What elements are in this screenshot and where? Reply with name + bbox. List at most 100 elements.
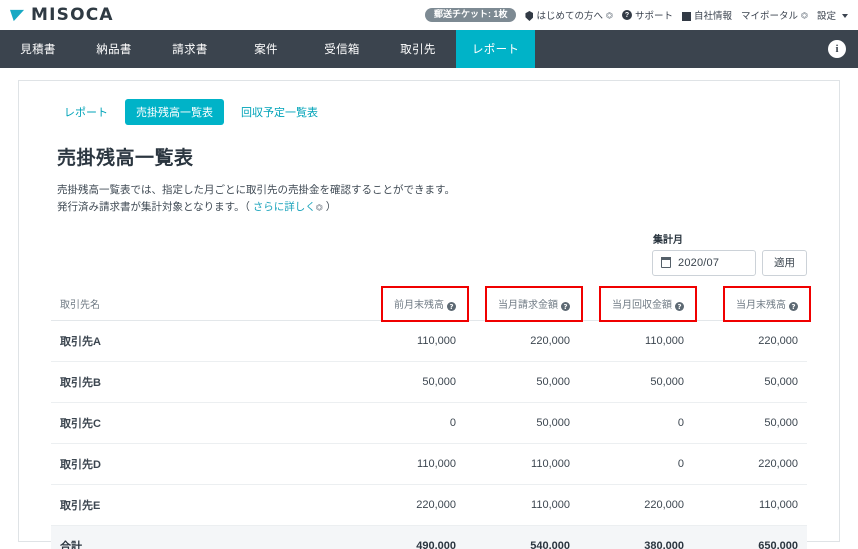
cell-billed: 220,000 <box>465 320 579 362</box>
cell-collected: 110,000 <box>579 320 693 362</box>
cell-prev-balance: 220,000 <box>351 484 465 526</box>
nav-item-projects[interactable]: 案件 <box>228 30 304 68</box>
receivables-balance-table: 取引先名 前月末残高? 当月請求金額? 当月回収金額? 当月末残高? 取引先A … <box>51 285 811 549</box>
external-link-icon: ⏣ <box>315 203 323 213</box>
total-balance: 650,000 <box>693 524 807 549</box>
report-card: レポート 売掛残高一覧表 回収予定一覧表 売掛残高一覧表 売掛残高一覧表では、指… <box>18 80 840 549</box>
brand-logo[interactable]: MISOCA <box>10 5 114 25</box>
cell-balance: 220,000 <box>693 320 807 362</box>
column-header-box: 前月末残高? <box>381 285 469 322</box>
cell-billed: 50,000 <box>465 361 579 403</box>
cell-prev-balance: 0 <box>351 402 465 444</box>
column-header-label: 取引先名 <box>60 299 100 311</box>
aggregation-month-filter: 集計月 2020/07 適用 <box>652 231 807 276</box>
tab-reports[interactable]: レポート <box>53 99 119 125</box>
help-icon[interactable]: ? <box>789 302 798 312</box>
main-navigation: 見積書 納品書 請求書 案件 受信箱 取引先 レポート i <box>0 30 858 68</box>
brand-name: MISOCA <box>31 5 114 25</box>
table-row: 取引先C 0 50,000 0 50,000 <box>51 402 807 444</box>
column-header-box: 当月請求金額? <box>485 285 583 322</box>
client-link[interactable]: 取引先B <box>51 361 351 403</box>
nav-spacer <box>535 30 828 68</box>
building-icon <box>681 11 691 21</box>
report-tabs: レポート 売掛残高一覧表 回収予定一覧表 <box>53 99 821 125</box>
tab-receivables-balance[interactable]: 売掛残高一覧表 <box>125 99 224 125</box>
external-link-icon: ⏣ <box>801 10 808 20</box>
tab-collection-schedule[interactable]: 回収予定一覧表 <box>230 99 329 125</box>
total-prev-balance: 490,000 <box>351 524 465 549</box>
nav-item-inbox[interactable]: 受信箱 <box>304 30 380 68</box>
shield-icon <box>525 11 534 21</box>
cell-collected: 0 <box>579 443 693 485</box>
aggregation-month-input[interactable]: 2020/07 <box>652 249 756 276</box>
total-collected: 380,000 <box>579 524 693 549</box>
apply-button[interactable]: 適用 <box>762 249 807 276</box>
cell-collected: 50,000 <box>579 361 693 403</box>
total-billed: 540,000 <box>465 524 579 549</box>
page-title: 売掛残高一覧表 <box>57 148 194 169</box>
mail-ticket-badge[interactable]: 郵送チケット: 1枚 <box>424 8 517 22</box>
top-utility-links: 郵送チケット: 1枚 はじめての方へ ⏣ ? サポート 自社情報 マイポータル … <box>424 8 848 23</box>
cell-balance: 50,000 <box>693 402 807 444</box>
client-link[interactable]: 取引先C <box>51 402 351 444</box>
misoca-logo-icon <box>10 9 25 21</box>
nav-item-delivery-notes[interactable]: 納品書 <box>76 30 152 68</box>
util-link-company-info[interactable]: 自社情報 <box>681 8 732 22</box>
client-link[interactable]: 取引先E <box>51 484 351 526</box>
client-link[interactable]: 取引先D <box>51 443 351 485</box>
util-link-label: サポート <box>634 11 673 22</box>
util-link-label: 自社情報 <box>693 11 732 22</box>
column-header-label: 当月回収金額 <box>612 299 672 311</box>
util-link-label: 設定 <box>816 11 836 22</box>
cell-balance: 220,000 <box>693 443 807 485</box>
cell-prev-balance: 110,000 <box>351 320 465 362</box>
calendar-icon <box>660 257 672 268</box>
cell-billed: 50,000 <box>465 402 579 444</box>
help-icon[interactable]: ? <box>675 302 684 312</box>
table-total-row: 合計 490,000 540,000 380,000 650,000 <box>51 524 807 549</box>
column-header-billed: 当月請求金額? <box>465 285 583 322</box>
page-area: レポート 売掛残高一覧表 回収予定一覧表 売掛残高一覧表 売掛残高一覧表では、指… <box>0 68 858 549</box>
filter-controls: 2020/07 適用 <box>652 249 807 276</box>
cell-collected: 0 <box>579 402 693 444</box>
aggregation-month-label: 集計月 <box>653 234 683 246</box>
util-link-getting-started[interactable]: はじめての方へ ⏣ <box>525 8 613 22</box>
cell-prev-balance: 50,000 <box>351 361 465 403</box>
column-header-box: 当月末残高? <box>723 285 811 322</box>
nav-item-quotes[interactable]: 見積書 <box>0 30 76 68</box>
column-header-balance: 当月末残高? <box>693 285 811 322</box>
util-link-support[interactable]: ? サポート <box>621 8 673 22</box>
page-description-line1: 売掛残高一覧表では、指定した月ごとに取引先の売掛金を確認することができます。 <box>57 184 455 196</box>
help-icon[interactable]: ? <box>561 302 570 312</box>
nav-item-clients[interactable]: 取引先 <box>380 30 456 68</box>
table-row: 取引先D 110,000 110,000 0 220,000 <box>51 443 807 485</box>
external-link-icon: ⏣ <box>605 10 613 20</box>
column-header-client: 取引先名 <box>51 289 351 321</box>
column-header-box: 当月回収金額? <box>599 285 697 322</box>
nav-item-invoices[interactable]: 請求書 <box>152 30 228 68</box>
page-description-line2-suffix: ） <box>322 201 337 214</box>
top-utility-bar: MISOCA 郵送チケット: 1枚 はじめての方へ ⏣ ? サポート 自社情報 … <box>0 0 858 30</box>
table-header: 取引先名 前月末残高? 当月請求金額? 当月回収金額? 当月末残高? <box>51 285 811 322</box>
column-header-label: 当月末残高 <box>736 299 786 311</box>
table-row: 取引先B 50,000 50,000 50,000 50,000 <box>51 361 807 403</box>
client-link[interactable]: 取引先A <box>51 320 351 362</box>
aggregation-month-value: 2020/07 <box>678 256 720 269</box>
util-link-my-portal[interactable]: マイポータル ⏣ <box>740 8 808 23</box>
table-row: 取引先A 110,000 220,000 110,000 220,000 <box>51 320 807 362</box>
nav-item-reports[interactable]: レポート <box>456 30 536 68</box>
util-link-settings[interactable]: 設定 <box>817 8 848 22</box>
table-body: 取引先A 110,000 220,000 110,000 220,000 取引先… <box>51 320 807 549</box>
cell-collected: 220,000 <box>579 484 693 526</box>
chevron-down-icon <box>842 14 848 18</box>
cell-balance: 110,000 <box>693 484 807 526</box>
help-icon[interactable]: ? <box>447 302 456 312</box>
column-header-label: 当月請求金額 <box>498 299 558 311</box>
info-icon[interactable]: i <box>828 40 846 58</box>
cell-billed: 110,000 <box>465 484 579 526</box>
cell-billed: 110,000 <box>465 443 579 485</box>
util-link-label: マイポータル <box>740 11 798 22</box>
learn-more-link[interactable]: さらに詳しく <box>253 201 316 213</box>
column-header-collected: 当月回収金額? <box>579 285 697 322</box>
table-row: 取引先E 220,000 110,000 220,000 110,000 <box>51 484 807 526</box>
